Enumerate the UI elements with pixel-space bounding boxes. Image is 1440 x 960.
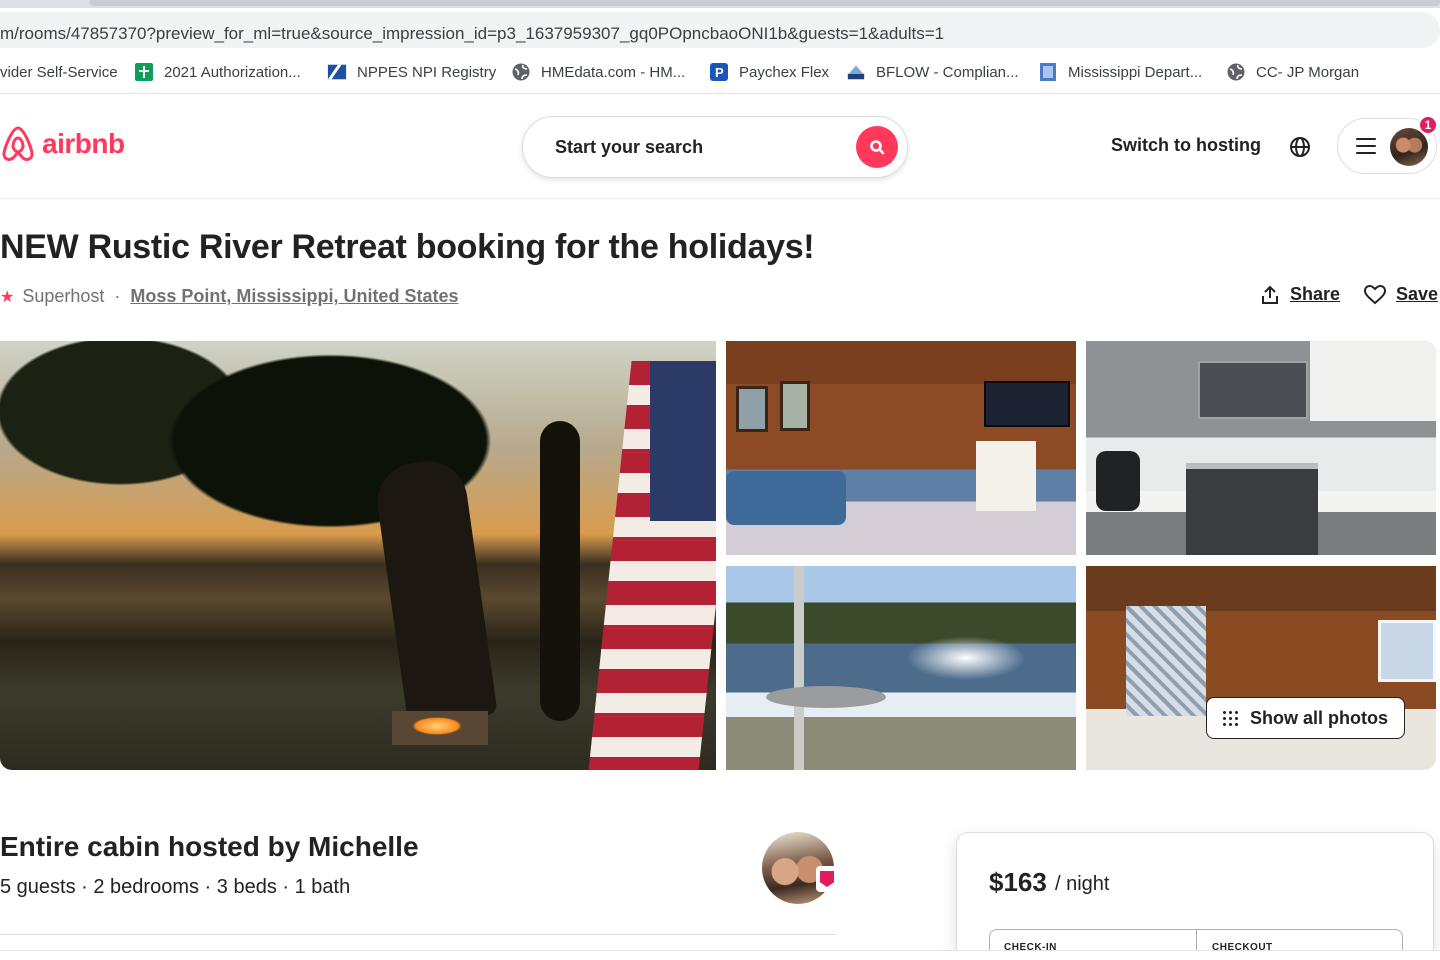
share-icon [1262,285,1278,304]
url-field[interactable]: m/rooms/47857370?preview_for_ml=true&sou… [0,12,1440,48]
superhost-badge-icon [816,866,838,892]
bookmark-hmedata[interactable]: HMEdata.com - HM... [511,60,685,84]
grid-dots-icon [1223,710,1238,726]
photo-deck-view[interactable] [726,566,1076,770]
doc-icon [1038,62,1058,82]
bflow-icon [846,62,866,82]
site-header: airbnb Start your search Switch to hosti… [0,95,1440,199]
per-night-label: / night [1055,873,1110,895]
bookmark-label: Mississippi Depart... [1068,63,1203,81]
show-all-photos-label: Show all photos [1250,707,1388,728]
listing-subtitle: ★ Superhost · Moss Point, Mississippi, U… [0,286,458,307]
bookmark-cc-jp-morgan[interactable]: CC- JP Morgan [1226,60,1359,84]
share-button[interactable]: Share [1260,284,1340,305]
nppes-icon [327,62,347,82]
language-button[interactable] [1286,133,1314,161]
bookmark-label: HMEdata.com - HM... [541,63,686,81]
show-all-photos-button[interactable]: Show all photos [1206,697,1405,739]
bookmark-nppes-npi-registry[interactable]: NPPES NPI Registry [327,60,496,84]
bookmarks-bar: vider Self-Service 2021 Authorization...… [0,50,1440,94]
search-button[interactable] [856,126,898,168]
listing-title: NEW Rustic River Retreat booking for the… [0,228,815,266]
window-bottom-edge [0,950,1440,960]
bookmark-label: vider Self-Service [0,63,118,81]
airbnb-logo[interactable]: airbnb [0,125,125,163]
browser-tab-strip [0,0,1440,8]
globe-icon [511,62,531,82]
bookmark-2021-authorization[interactable]: 2021 Authorization... [134,60,301,84]
address-bar[interactable]: m/rooms/47857370?preview_for_ml=true&sou… [0,8,1440,50]
bookmark-paychex-flex[interactable]: P Paychex Flex [709,60,829,84]
photo-living-room[interactable] [726,341,1076,555]
hamburger-icon [1356,138,1376,159]
bookmark-label: Paychex Flex [739,63,830,81]
save-label: Save [1396,284,1439,304]
separator: · [114,286,121,306]
photo-kitchen[interactable] [1086,341,1436,555]
share-label: Share [1290,284,1341,304]
bookmark-label: BFLOW - Complian... [876,63,1019,81]
bookmark-label: 2021 Authorization... [164,63,301,81]
globe-icon [1290,137,1310,157]
url-text: m/rooms/47857370?preview_for_ml=true&sou… [0,24,945,43]
photo-bedroom[interactable] [1086,566,1436,770]
paychex-icon: P [709,62,729,82]
bookmark-bflow[interactable]: BFLOW - Complian... [846,60,1019,84]
svg-text:P: P [715,65,724,80]
globe-icon [1226,62,1246,82]
search-bar[interactable]: Start your search [522,116,908,178]
switch-to-hosting-link[interactable]: Switch to hosting [1111,135,1261,156]
search-icon [870,140,885,155]
heart-icon [1364,284,1386,304]
host-title: Entire cabin hosted by Michelle [0,831,419,862]
user-menu-button[interactable]: 1 [1337,115,1438,174]
superhost-icon: ★ [0,288,15,306]
booking-card: $163 / night CHECK-IN CHECKOUT [956,832,1434,960]
notification-badge: 1 [1418,115,1438,135]
bookmark-mississippi-depart[interactable]: Mississippi Depart... [1038,60,1202,84]
save-button[interactable]: Save [1364,284,1438,305]
location-link[interactable]: Moss Point, Mississippi, United States [130,286,458,307]
nightly-price: $163 [989,867,1047,897]
bookmark-label: CC- JP Morgan [1256,63,1360,81]
sheets-icon [134,62,154,82]
bookmark-provider-self-service[interactable]: vider Self-Service [0,60,118,84]
host-details: 5 guests · 2 bedrooms · 3 beds · 1 bath [0,876,351,898]
airbnb-logo-icon [2,126,34,161]
search-placeholder: Start your search [555,137,704,157]
photo-river-sunset[interactable] [0,341,716,770]
divider [0,934,836,935]
bookmark-label: NPPES NPI Registry [357,63,497,81]
logo-wordmark: airbnb [42,128,125,159]
superhost-label: Superhost [22,286,105,306]
